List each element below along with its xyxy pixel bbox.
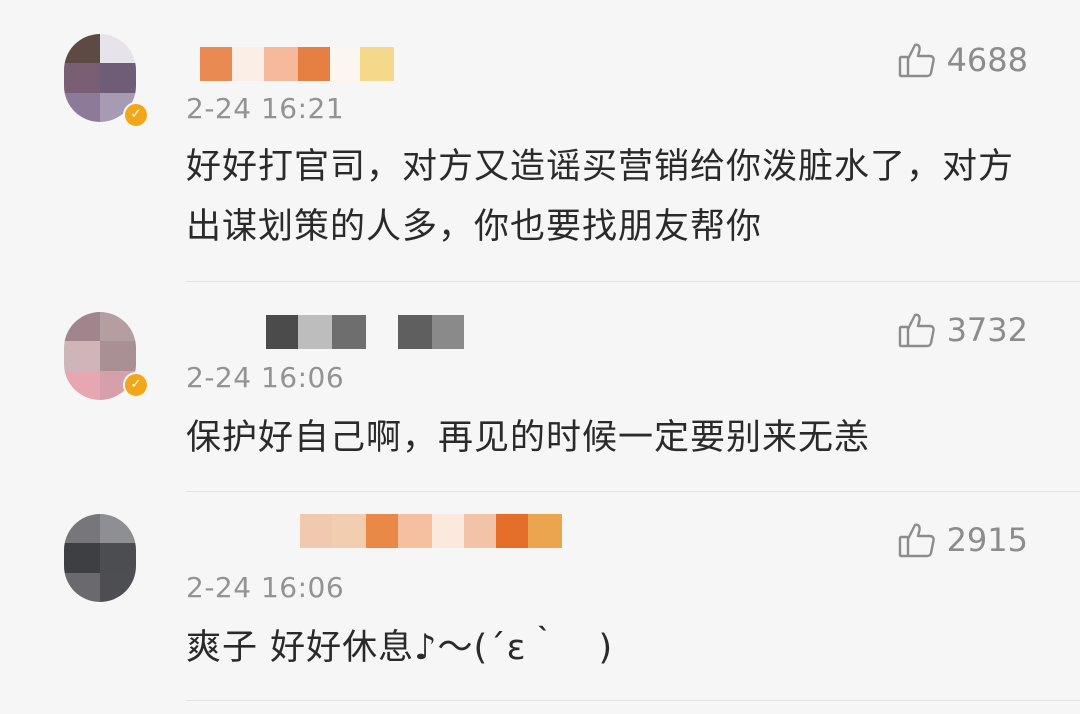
thumbs-up-icon bbox=[898, 313, 935, 348]
verified-badge-icon: ✓ bbox=[123, 102, 149, 128]
comment-item: ✓ 3732 2-24 16:06 保护好自己啊，再见的时候一定要别来无恙 bbox=[0, 282, 1080, 492]
comment-text: 爽子 好好休息♪～(´ε｀ ) bbox=[186, 628, 614, 668]
like-count: 2915 bbox=[946, 521, 1028, 559]
divider bbox=[186, 700, 1080, 701]
thumbs-up-icon bbox=[898, 43, 935, 78]
like-count: 4688 bbox=[946, 41, 1028, 79]
comment-time: 2-24 16:06 bbox=[186, 361, 345, 394]
thumbs-up-icon bbox=[898, 523, 935, 558]
like-count: 3732 bbox=[946, 311, 1028, 349]
username-blurred[interactable] bbox=[266, 315, 464, 349]
comment-time: 2-24 16:06 bbox=[186, 571, 345, 604]
like-button[interactable]: 2915 bbox=[897, 520, 1028, 560]
verified-badge-icon: ✓ bbox=[123, 372, 149, 398]
comment-time: 2-24 16:21 bbox=[186, 92, 345, 125]
like-button[interactable]: 4688 bbox=[897, 40, 1028, 80]
comment-text: 保护好自己啊，再见的时候一定要别来无恙 bbox=[186, 418, 871, 458]
comment-item: ✓ 4688 2-24 16:21 好好打官司，对方又造谣买营销给你泼脏水了，对… bbox=[0, 0, 1080, 282]
comment-list: ✓ 4688 2-24 16:21 好好打官司，对方又造谣买营销给你泼脏水了，对… bbox=[0, 0, 1080, 714]
username-blurred[interactable] bbox=[300, 514, 562, 548]
like-button[interactable]: 3732 bbox=[897, 310, 1028, 350]
username-blurred[interactable] bbox=[200, 47, 394, 81]
comment-item: 2915 2-24 16:06 爽子 好好休息♪～(´ε｀ ) bbox=[0, 492, 1080, 714]
avatar[interactable] bbox=[64, 514, 136, 602]
comment-text: 好好打官司，对方又造谣买营销给你泼脏水了，对方出谋划策的人多，你也要找朋友帮你 bbox=[186, 147, 1015, 247]
